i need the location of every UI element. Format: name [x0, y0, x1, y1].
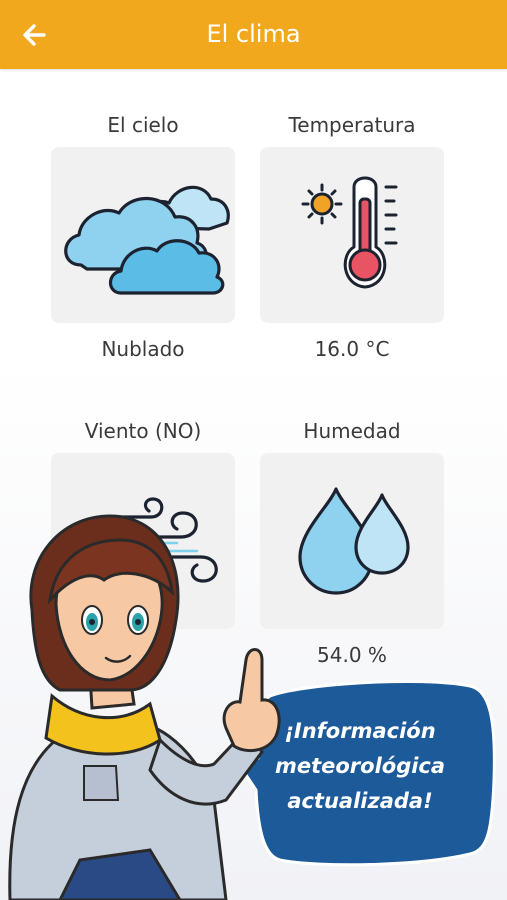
sky-tile[interactable] — [51, 147, 235, 323]
sky-label: El cielo — [107, 113, 179, 137]
mascot-illustration — [8, 514, 496, 900]
promo-line-2: meteorológica — [274, 754, 446, 778]
temperature-label: Temperatura — [288, 113, 416, 137]
promo-message: ¡Información meteorológica actualizada! — [262, 714, 458, 819]
cloud-icon — [64, 185, 230, 295]
page-title: El clima — [206, 20, 301, 48]
wind-label: Viento (NO) — [84, 419, 202, 443]
promo-line-1: ¡Información — [284, 719, 436, 743]
temperature-tile[interactable] — [260, 147, 444, 323]
promo-line-3: actualizada! — [287, 789, 433, 813]
app-bar: El clima — [0, 0, 507, 69]
temperature-value: 16.0 °C — [314, 337, 390, 361]
sky-value: Nublado — [101, 337, 185, 361]
humidity-label: Humedad — [303, 419, 401, 443]
thermometer-sun-icon — [301, 176, 398, 289]
